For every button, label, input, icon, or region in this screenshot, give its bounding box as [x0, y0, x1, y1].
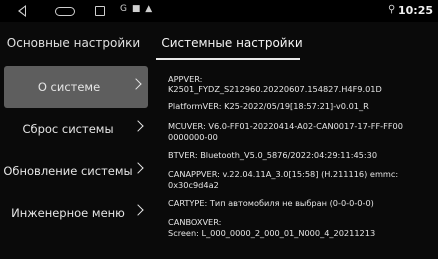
- system-info-panel: APPVER: K2501_FYDZ_S212960.20220607.1548…: [158, 66, 434, 256]
- tab-system-settings-label: Системные настройки: [161, 36, 303, 50]
- status-bar: G ■ ▲ ⚲ 10:25: [0, 0, 438, 22]
- sidebar-item-system-update[interactable]: Обновление системы: [0, 150, 150, 192]
- cartype: CARTYPE: Тип автомобиля не выбран (0-0-0…: [168, 198, 374, 208]
- tab-basic-settings[interactable]: Основные настройки: [0, 22, 147, 64]
- canboxver-label: CANBOXVER:: [168, 217, 222, 227]
- sidebar-item-label: Обновление системы: [3, 164, 133, 178]
- status-icons: G ■ ▲: [120, 4, 154, 14]
- active-tab-indicator: [156, 58, 300, 60]
- screen-version: Screen: L_000_0000_2_000_01_N000_4_20211…: [168, 228, 376, 238]
- settings-tabs: Основные настройки Системные настройки: [0, 22, 438, 64]
- back-icon[interactable]: [18, 5, 26, 17]
- sidebar-item-label: Инженерное меню: [11, 206, 125, 220]
- canappver: CANAPPVER: v.22.04.11A_3.0[15:58] (H.211…: [168, 169, 399, 190]
- sidebar: О системе Сброс системы Обновление систе…: [0, 64, 150, 259]
- home-icon[interactable]: [55, 7, 75, 16]
- platformver: PlatformVER: K25-2022/05/19[18:57:21]-v0…: [168, 101, 369, 111]
- clock: 10:25: [398, 4, 434, 17]
- btver: BTVER: Bluetooth_V5.0_5876/2022:04:29:11…: [168, 150, 378, 160]
- sidebar-item-system-reset[interactable]: Сброс системы: [0, 108, 150, 150]
- appver-value: K2501_FYDZ_S212960.20220607.154827.H4F9.…: [168, 84, 382, 94]
- location-pin-icon: ⚲: [388, 4, 396, 15]
- sidebar-item-label: Сброс системы: [22, 122, 114, 136]
- sidebar-item-about-system[interactable]: О системе: [4, 66, 148, 108]
- sidebar-item-label: О системе: [37, 80, 101, 94]
- appver-label: APPVER:: [168, 74, 203, 84]
- tab-system-settings[interactable]: Системные настройки: [152, 22, 312, 64]
- mcuver: MCUVER: V6.0-FF01-20220414-A02-CAN0017-1…: [168, 121, 403, 142]
- sidebar-item-engineering-menu[interactable]: Инженерное меню: [0, 192, 150, 234]
- recent-apps-icon[interactable]: [95, 6, 105, 16]
